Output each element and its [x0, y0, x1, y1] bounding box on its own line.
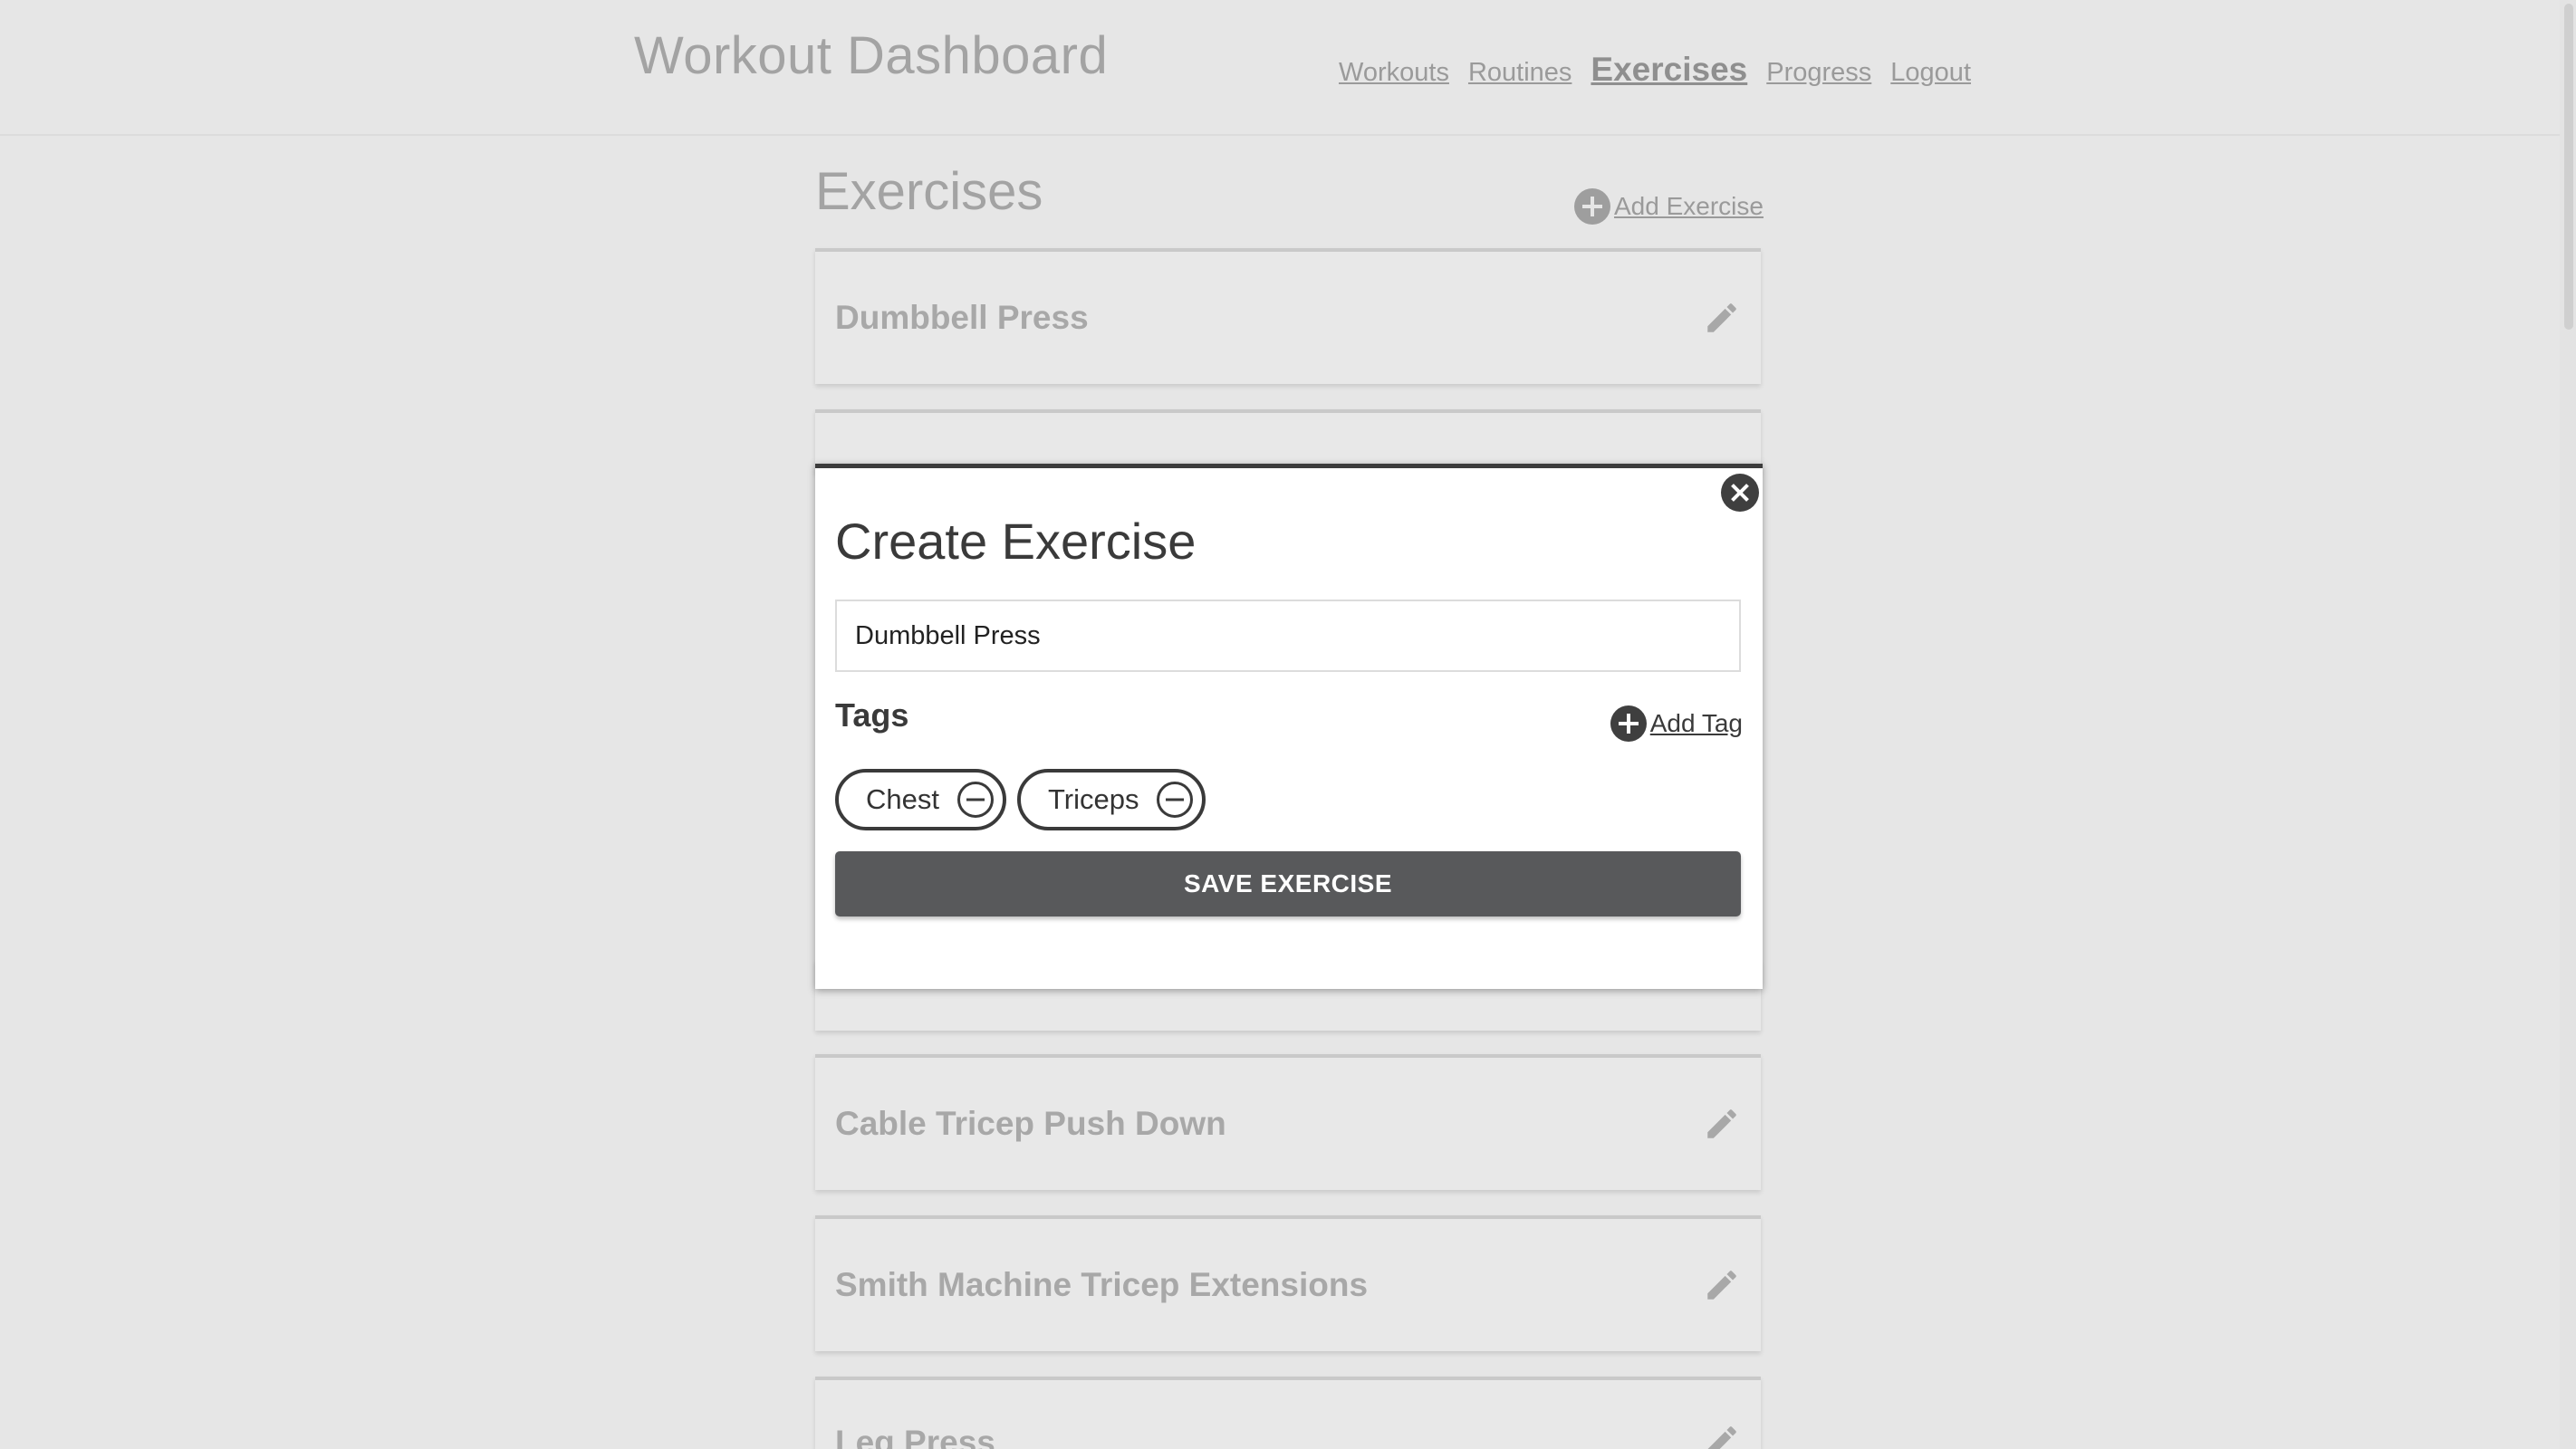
page: Workout Dashboard Workouts Routines Exer… — [0, 0, 2576, 1449]
close-icon[interactable] — [1721, 474, 1759, 512]
pencil-icon[interactable] — [1703, 1105, 1741, 1143]
app-title: Workout Dashboard — [634, 26, 1109, 85]
add-exercise-label: Add Exercise — [1614, 192, 1764, 220]
modal-title: Create Exercise — [835, 513, 1197, 570]
add-tag-button[interactable]: Add Tag — [1610, 705, 1743, 742]
create-exercise-modal: Create Exercise Tags Add Tag Chest Trice… — [815, 464, 1763, 989]
add-tag-label: Add Tag — [1649, 709, 1743, 737]
tag-label: Triceps — [1047, 783, 1139, 815]
pencil-icon[interactable] — [1703, 1266, 1741, 1304]
nav-link-exercises[interactable]: Exercises — [1591, 51, 1747, 89]
save-exercise-button[interactable]: SAVE EXERCISE — [835, 851, 1741, 916]
pencil-icon[interactable] — [1703, 299, 1741, 337]
exercise-name: Cable Tricep Push Down — [835, 1105, 1226, 1142]
pencil-icon[interactable] — [1703, 1422, 1741, 1449]
nav-link-logout[interactable]: Logout — [1890, 58, 1971, 88]
exercise-card: Cable Tricep Push Down — [815, 1054, 1761, 1190]
remove-tag-icon[interactable] — [1157, 782, 1194, 818]
nav-link-routines[interactable]: Routines — [1468, 58, 1572, 88]
tags-label: Tags — [835, 696, 909, 734]
scrollbar-thumb[interactable] — [2564, 4, 2573, 330]
main-nav: Workouts Routines Exercises Progress Log… — [1339, 51, 1971, 89]
section-title: Exercises — [815, 162, 1043, 221]
scrollbar[interactable] — [2560, 0, 2576, 1449]
nav-link-workouts[interactable]: Workouts — [1339, 58, 1449, 88]
plus-circle-icon — [1574, 188, 1610, 225]
exercise-card: Dumbbell Press — [815, 248, 1761, 384]
nav-link-progress[interactable]: Progress — [1766, 58, 1871, 88]
tag-chip: Chest — [835, 769, 1006, 830]
tag-label: Chest — [866, 783, 939, 815]
remove-tag-icon[interactable] — [956, 782, 994, 818]
tag-chip: Triceps — [1016, 769, 1206, 830]
exercise-name: Smith Machine Tricep Extensions — [835, 1266, 1369, 1303]
exercise-name: Leg Press — [835, 1424, 995, 1449]
add-exercise-button[interactable]: Add Exercise — [1574, 188, 1764, 225]
exercise-name: Dumbbell Press — [835, 299, 1089, 336]
header: Workout Dashboard Workouts Routines Exer… — [0, 0, 2560, 136]
exercise-card: Smith Machine Tricep Extensions — [815, 1215, 1761, 1351]
tag-list: Chest Triceps — [835, 769, 1206, 830]
exercise-card: Leg Press — [815, 1377, 1761, 1449]
plus-circle-icon — [1610, 705, 1647, 742]
exercise-name-input[interactable] — [835, 600, 1741, 672]
